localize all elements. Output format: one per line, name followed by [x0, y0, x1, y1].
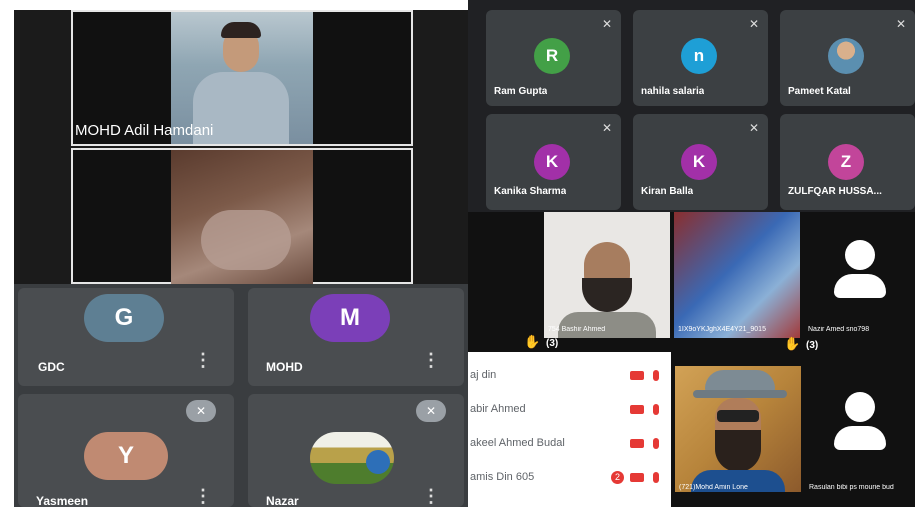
person-beard: [582, 278, 632, 312]
hat: [705, 370, 775, 392]
participant-name: ZULFQAR HUSSA...: [788, 186, 882, 197]
person-placeholder-body: [834, 274, 886, 298]
list-item[interactable]: akeel Ahmed Budal: [468, 426, 671, 460]
notification-badge: 2: [611, 470, 624, 484]
person-shirt: [558, 312, 656, 338]
video-tile-2[interactable]: 1IX9oYKJghX4E4Y21_9015: [674, 212, 800, 338]
participant-name: Yasmeen: [36, 494, 89, 507]
participant-name: aj din: [470, 369, 497, 381]
video-tile-nazir[interactable]: Nazir Amed sno798: [804, 212, 915, 338]
more-options-icon[interactable]: ⋮: [194, 350, 212, 371]
avatar: R: [534, 38, 570, 74]
avatar: n: [681, 38, 717, 74]
avatar: M: [310, 294, 390, 342]
person-placeholder-icon: [845, 240, 875, 270]
avatar-photo-person: [366, 450, 390, 474]
more-options-icon[interactable]: ⋮: [194, 486, 212, 507]
person-hair: [221, 22, 261, 38]
mic-off-icon: ✕: [601, 121, 613, 135]
mic-off-icon: ✕: [186, 400, 216, 422]
participant-tile[interactable]: ✕ Y Yasmeen ⋮: [18, 394, 234, 507]
mic-off-icon[interactable]: [653, 369, 659, 381]
participant-tile[interactable]: ✕ Nazar ⋮: [248, 394, 464, 507]
more-options-icon[interactable]: ⋮: [422, 350, 440, 371]
top-right-grid: ✕ R Ram Gupta ✕ n nahila salaria ✕ Pamee…: [468, 0, 915, 212]
video-tile-amin[interactable]: [675, 366, 801, 492]
participant-name: Ram Gupta: [494, 86, 548, 97]
hand-count: (3): [806, 340, 819, 351]
participant-name: 754 Bashir Ahmed: [548, 326, 606, 333]
avatar: Y: [84, 432, 168, 480]
avatar: K: [534, 144, 570, 180]
avatar: G: [84, 294, 164, 342]
video-off-icon[interactable]: [630, 472, 644, 482]
raise-hand-icon: ✋: [524, 334, 541, 349]
more-options-icon[interactable]: ⋮: [422, 486, 440, 507]
person-placeholder-body: [834, 426, 886, 450]
person-beard: [715, 430, 761, 472]
participant-name: (721)Mohd Amin Lone: [679, 484, 748, 491]
participant-tile[interactable]: G GDC ⋮: [18, 288, 234, 386]
participant-tile[interactable]: Z ZULFQAR HUSSA...: [780, 114, 915, 210]
participant-tile[interactable]: ✕ n nahila salaria: [633, 10, 768, 106]
list-item[interactable]: aj din: [468, 358, 671, 392]
bottom-left-grid: G GDC ⋮ M MOHD ⋮ ✕ Y Yasmeen ⋮ ✕ Nazar ⋮: [14, 284, 468, 507]
sunglasses: [717, 410, 759, 422]
avatar: K: [681, 144, 717, 180]
list-item[interactable]: amis Din 605 2: [468, 460, 671, 494]
avatar-photo: [828, 38, 864, 74]
video-tile-2[interactable]: [71, 148, 413, 284]
participant-name: MOHD Adil Hamdani: [75, 122, 214, 139]
mic-off-icon[interactable]: [653, 403, 659, 415]
participant-tile[interactable]: ✕ K Kanika Sharma: [486, 114, 621, 210]
participant-name: Kiran Balla: [641, 186, 694, 197]
participant-tile[interactable]: ✕ Pameet Katal: [780, 10, 915, 106]
video-tile-bashir[interactable]: 754 Bashir Ahmed: [544, 212, 670, 338]
mic-off-icon: ✕: [416, 400, 446, 422]
participant-name: Pameet Katal: [788, 86, 851, 97]
bottom-right-panel: (721)Mohd Amin Lone Rasulan bibi ps mour…: [671, 352, 915, 507]
participant-name: akeel Ahmed Budal: [470, 437, 565, 449]
blurred-subject: [201, 210, 291, 270]
participant-name: Nazar: [266, 494, 299, 507]
participant-tile[interactable]: M MOHD ⋮: [248, 288, 464, 386]
mic-off-icon[interactable]: [653, 471, 659, 483]
mic-off-icon: ✕: [748, 121, 760, 135]
list-item[interactable]: abir Ahmed: [468, 392, 671, 426]
participant-name: GDC: [38, 360, 65, 374]
participant-name: Kanika Sharma: [494, 186, 567, 197]
participant-name: abir Ahmed: [470, 403, 526, 415]
mic-off-icon[interactable]: [653, 437, 659, 449]
mic-off-icon: ✕: [748, 17, 760, 31]
middle-right-panel: ✋ (3) 754 Bashir Ahmed 1IX9oYKJghX4E4Y21…: [468, 212, 915, 352]
video-tile-adil[interactable]: MOHD Adil Hamdani: [71, 10, 413, 146]
mic-off-icon: ✕: [601, 17, 613, 31]
avatar: Z: [828, 144, 864, 180]
participant-name: amis Din 605: [470, 471, 535, 483]
participant-name: MOHD: [266, 360, 303, 374]
video-feed: [171, 150, 313, 284]
participant-name: nahila salaria: [641, 86, 705, 97]
video-tile-rasulan[interactable]: [805, 366, 915, 492]
participant-name: 1IX9oYKJghX4E4Y21_9015: [678, 326, 766, 333]
participant-tile[interactable]: ✕ K Kiran Balla: [633, 114, 768, 210]
video-off-icon[interactable]: [630, 404, 644, 414]
video-off-icon[interactable]: [630, 438, 644, 448]
left-top-panel: MOHD Adil Hamdani: [14, 10, 468, 284]
mic-off-icon: ✕: [895, 17, 907, 31]
participant-name: Rasulan bibi ps mourie bud: [809, 484, 894, 491]
hand-count: (3): [546, 338, 559, 349]
raise-hand-icon: ✋: [784, 336, 801, 351]
video-off-icon[interactable]: [630, 370, 644, 380]
person-placeholder-icon: [845, 392, 875, 422]
participant-name: Nazir Amed sno798: [808, 326, 870, 333]
hat-brim: [693, 390, 787, 398]
participants-list: aj din abir Ahmed akeel Ahmed Budal amis…: [468, 352, 671, 507]
participant-tile[interactable]: ✕ R Ram Gupta: [486, 10, 621, 106]
